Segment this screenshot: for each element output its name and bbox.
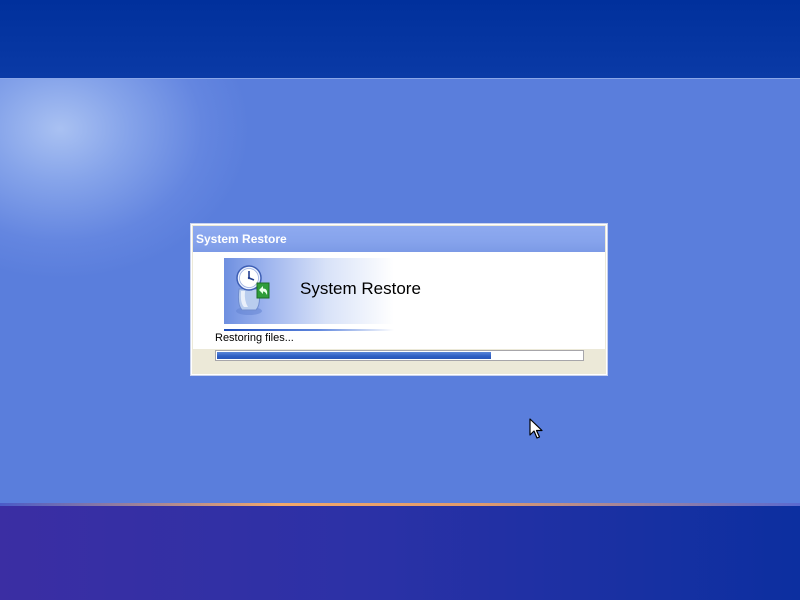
progress-fill (217, 352, 491, 359)
system-restore-icon (236, 265, 270, 315)
bottom-band (0, 506, 800, 600)
banner-rule (224, 329, 394, 331)
progress-bar (215, 350, 584, 361)
dialog-titlebar[interactable]: System Restore (193, 226, 605, 252)
status-label: Restoring files... (215, 332, 294, 344)
mouse-cursor-icon (529, 418, 543, 439)
dialog-title: System Restore (196, 232, 287, 246)
boot-screen: System Restore System Restore Restoring … (0, 0, 800, 600)
banner-title: System Restore (300, 279, 421, 298)
system-restore-dialog: System Restore System Restore Restoring … (191, 224, 607, 375)
top-band (0, 0, 800, 79)
